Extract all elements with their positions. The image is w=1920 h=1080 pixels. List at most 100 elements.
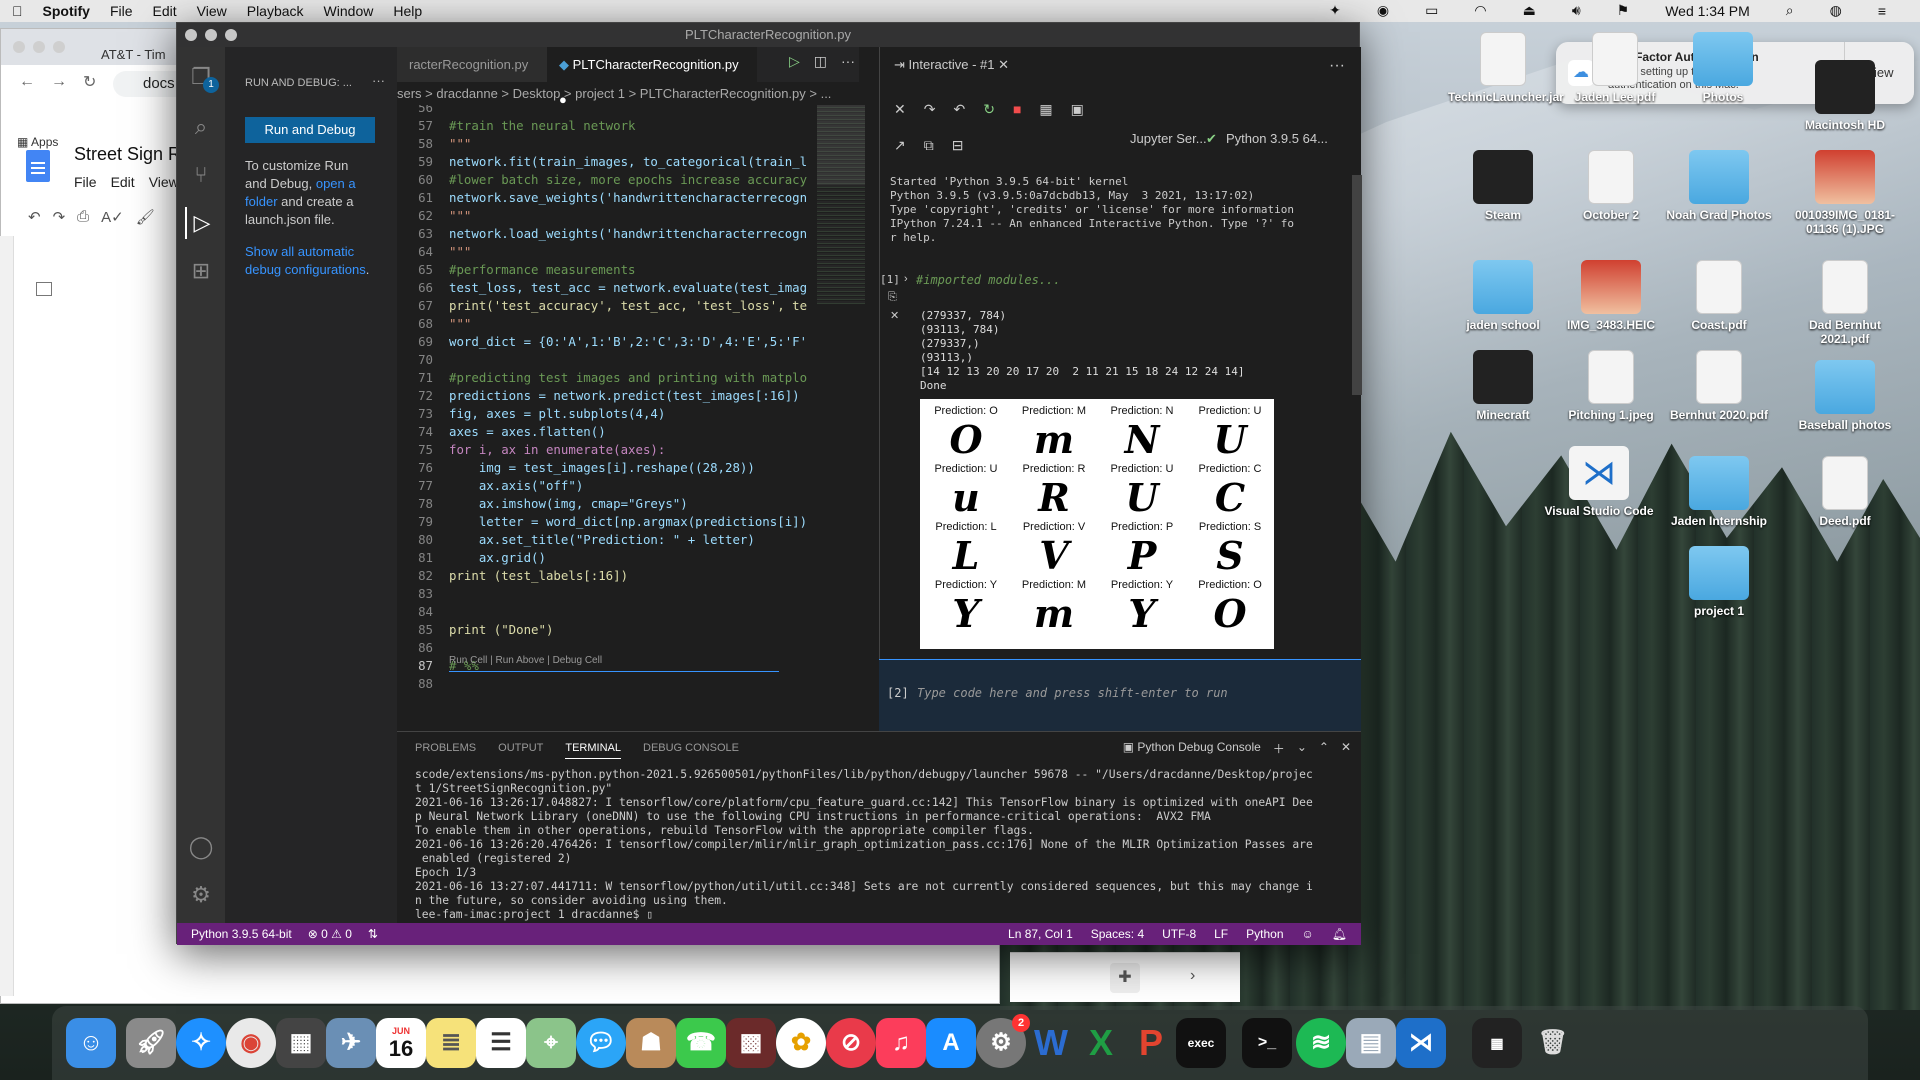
line-number[interactable]: 74 xyxy=(397,423,433,441)
exec-icon[interactable]: exec xyxy=(1176,1018,1226,1068)
line-number[interactable]: 64 xyxy=(397,243,433,261)
save-icon[interactable]: ▣ xyxy=(1071,101,1084,118)
code-line[interactable]: network.save_weights('handwrittencharact… xyxy=(449,189,807,207)
menubar-clock[interactable]: Wed 1:34 PM xyxy=(1665,3,1750,19)
line-number[interactable]: 69 xyxy=(397,333,433,351)
adobe-icon[interactable]: ✦ xyxy=(1329,2,1341,19)
code-line[interactable]: #predicting test images and printing wit… xyxy=(449,369,807,387)
code-line[interactable]: """ xyxy=(449,315,471,333)
minimized-window-icon[interactable]: ▦ xyxy=(1472,1018,1522,1068)
explorer-icon[interactable]: ❐ 1 xyxy=(185,61,219,93)
line-number[interactable]: 85 xyxy=(397,621,433,639)
bookmarks-apps[interactable]: ▦ Apps xyxy=(17,135,58,149)
editor-scrollbar[interactable] xyxy=(865,105,879,731)
control-center-icon[interactable]: ≡ xyxy=(1878,3,1886,19)
desktop-icon[interactable]: Baseball photos xyxy=(1790,360,1900,432)
menubar-view[interactable]: View xyxy=(197,3,227,19)
reminders-icon[interactable]: ☰ xyxy=(476,1018,526,1068)
copy-output-icon[interactable]: ⎘ xyxy=(888,291,897,304)
zoom-button[interactable] xyxy=(225,29,237,41)
code-line[interactable]: ax.imshow(img, cmap="Greys") xyxy=(449,495,688,513)
notes-icon[interactable]: ≣ xyxy=(426,1018,476,1068)
python-interpreter[interactable]: Python 3.9.5 64-bit xyxy=(191,923,292,945)
run-debug-icon[interactable]: ▷ xyxy=(185,207,217,239)
photos-icon[interactable]: ✿ xyxy=(776,1018,826,1068)
line-number[interactable]: 61 xyxy=(397,189,433,207)
line-number[interactable]: 86 xyxy=(397,639,433,657)
desktop-icon[interactable]: Minecraft xyxy=(1448,350,1558,422)
flag-icon[interactable]: ⚑ xyxy=(1617,2,1630,19)
line-number[interactable]: 76 xyxy=(397,459,433,477)
tab-terminal[interactable]: TERMINAL xyxy=(565,742,621,759)
new-terminal-icon[interactable]: ＋ xyxy=(1273,740,1285,757)
code-line[interactable]: axes = axes.flatten() xyxy=(449,423,606,441)
code-line[interactable]: ax.grid() xyxy=(449,549,546,567)
run-and-debug-button[interactable]: Run and Debug xyxy=(245,117,375,143)
line-number[interactable]: 68 xyxy=(397,315,433,333)
airplay-icon[interactable]: ▭ xyxy=(1425,2,1438,19)
system-preferences-icon[interactable]: ⚙ 2 xyxy=(976,1014,1030,1068)
kernel-picker[interactable]: Python 3.9.5 64... xyxy=(1226,131,1328,146)
zoom-button[interactable] xyxy=(53,41,65,53)
forward-icon[interactable]: → xyxy=(51,73,67,91)
line-number[interactable]: 71 xyxy=(397,369,433,387)
image-capture-icon[interactable]: ▤ xyxy=(1346,1018,1396,1068)
desktop-icon[interactable]: IMG_3483.HEIC xyxy=(1556,260,1666,332)
minimize-button[interactable] xyxy=(33,41,45,53)
desktop-icon[interactable]: Macintosh HD xyxy=(1790,60,1900,132)
menubar-window[interactable]: Window xyxy=(324,3,374,19)
line-number[interactable]: 77 xyxy=(397,477,433,495)
run-file-icon[interactable]: ▷ xyxy=(789,53,800,70)
steam-tray-icon[interactable]: ◉ xyxy=(1377,2,1389,19)
tab-street-sign[interactable]: racterRecognition.py xyxy=(397,47,547,82)
code-line[interactable]: """ xyxy=(449,243,471,261)
desktop-icon[interactable]: Jaden Internship xyxy=(1664,456,1774,528)
code-line[interactable]: img = test_images[i].reshape((28,28)) xyxy=(449,459,755,477)
chrome-icon[interactable]: ◉ xyxy=(226,1018,276,1068)
code-editor[interactable]: 56 57 #train the neural network 58 """ 59 netw… xyxy=(397,105,839,731)
minimize-button[interactable] xyxy=(205,29,217,41)
line-number[interactable]: 63 xyxy=(397,225,433,243)
code-line[interactable]: predictions = network.predict(test_image… xyxy=(449,387,800,405)
source-control-icon[interactable]: ⑂ xyxy=(185,159,217,191)
line-number[interactable]: 57 xyxy=(397,117,433,135)
line-number[interactable]: 87 xyxy=(397,657,433,675)
desktop-icon[interactable]: project 1 xyxy=(1664,546,1774,618)
terminal-output[interactable]: scode/extensions/ms-python.python-2021.5… xyxy=(415,768,1345,922)
minimap-viewport[interactable] xyxy=(817,105,865,185)
siri-icon[interactable]: ◍ xyxy=(1830,2,1842,19)
line-number[interactable]: 70 xyxy=(397,351,433,369)
vscode-dock-icon[interactable]: ⋊ xyxy=(1396,1018,1446,1068)
contacts-icon[interactable]: ☗ xyxy=(626,1018,676,1068)
code-line[interactable]: #train the neural network xyxy=(449,117,636,135)
excel-icon[interactable]: X xyxy=(1076,1018,1126,1068)
line-ending[interactable]: LF xyxy=(1214,923,1228,945)
line-number[interactable]: 67 xyxy=(397,297,433,315)
line-number[interactable]: 66 xyxy=(397,279,433,297)
calendar-icon[interactable]: JUN 16 xyxy=(376,1018,426,1068)
terminal-icon[interactable]: >_ xyxy=(1242,1018,1292,1068)
desktop-icon[interactable]: Noah Grad Photos xyxy=(1664,150,1774,222)
code-line[interactable]: letter = word_dict[np.argmax(predictions… xyxy=(449,513,807,531)
code-line[interactable]: word_dict = {0:'A',1:'B',2:'C',3:'D',4:'… xyxy=(449,333,807,351)
language-mode[interactable]: Python xyxy=(1246,923,1283,945)
desktop-icon[interactable]: Coast.pdf xyxy=(1664,260,1774,332)
menubar-file[interactable]: File xyxy=(110,3,133,19)
safari-icon[interactable]: ✧ xyxy=(176,1018,226,1068)
more-actions-icon[interactable]: ··· xyxy=(372,73,385,88)
undo-icon[interactable]: ↶ xyxy=(28,208,41,226)
maps-icon[interactable]: ⌖ xyxy=(526,1018,576,1068)
line-number[interactable]: 56 xyxy=(397,105,433,117)
code-line[interactable]: """ xyxy=(449,207,471,225)
cell-1-code[interactable]: #imported modules... xyxy=(916,273,1061,287)
cell-codelens[interactable]: Run Cell | Run Above | Debug Cell xyxy=(449,655,602,666)
explore-icon[interactable]: ✚ xyxy=(1110,963,1140,993)
terminal-picker[interactable]: ▣ Python Debug Console xyxy=(1123,740,1261,757)
split-editor-icon[interactable]: ◫ xyxy=(814,53,827,70)
document-title[interactable]: Street Sign R xyxy=(74,144,181,165)
collapse-icon[interactable]: ⊟ xyxy=(952,137,964,154)
line-number[interactable]: 79 xyxy=(397,513,433,531)
maximize-panel-icon[interactable]: ⌃ xyxy=(1319,740,1329,757)
code-line[interactable]: print('test_accuracy', test_acc, 'test_l… xyxy=(449,297,807,315)
outline-icon[interactable] xyxy=(36,282,52,296)
